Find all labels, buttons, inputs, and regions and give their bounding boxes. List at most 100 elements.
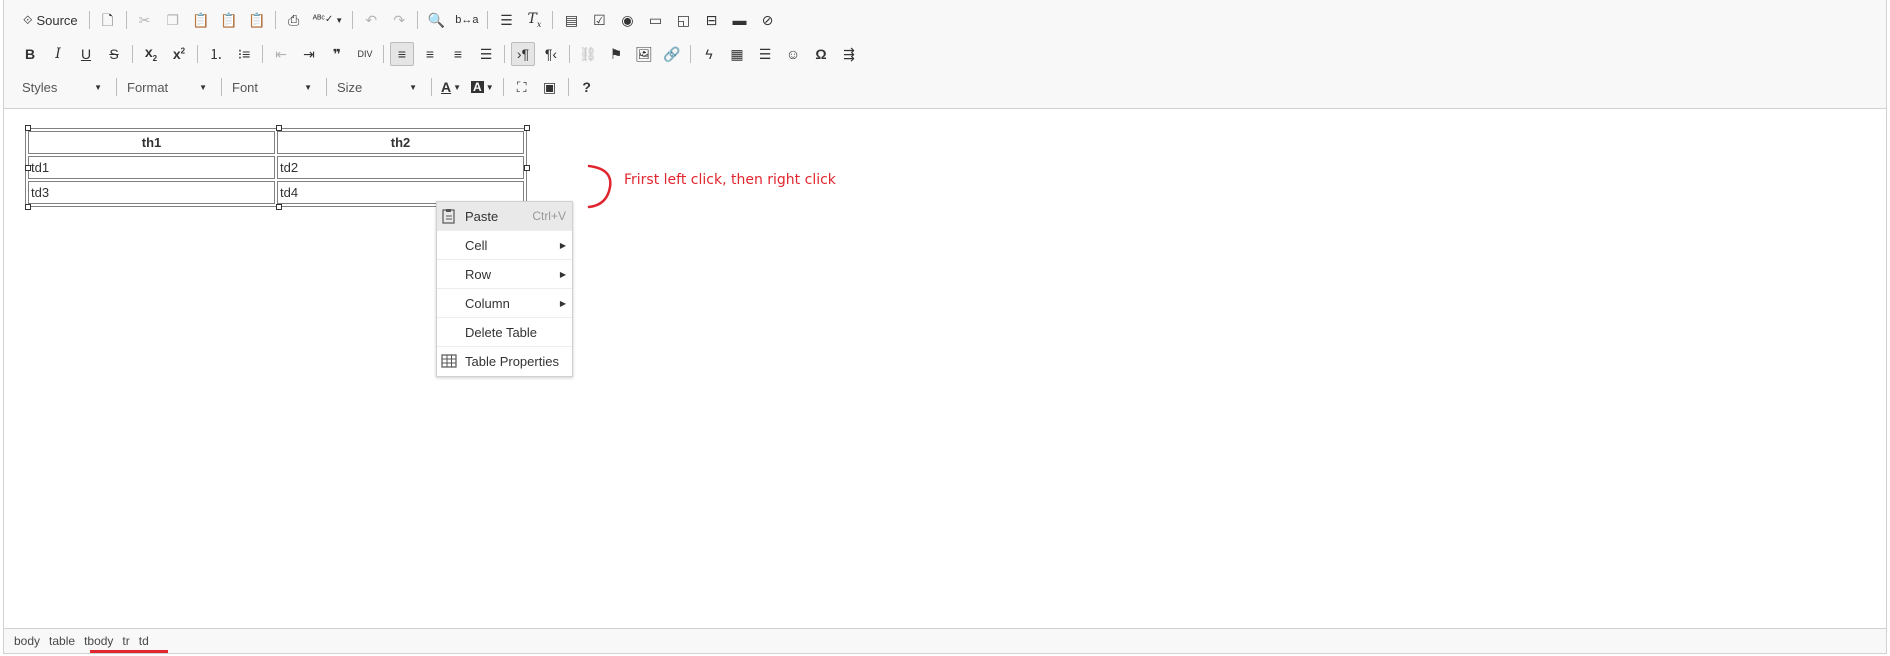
italic-button[interactable]: I [46,42,70,66]
table-cell[interactable]: td1 [28,156,275,179]
maximize-button[interactable]: ⛶ [510,75,534,99]
table-cell[interactable]: td2 [277,156,524,179]
checkbox-button[interactable]: ☑ [587,8,611,32]
path-crumb-tbody[interactable]: tbody [84,634,113,648]
select-field-button[interactable]: ⊟ [699,8,723,32]
numbered-list-button[interactable]: ⒈ [204,42,228,66]
chevron-down-icon: ▼ [409,82,417,92]
paste-button[interactable]: 📋 [189,8,213,32]
div-button[interactable]: DIV [353,42,377,66]
menu-item-cell[interactable]: Cell ▶ [437,231,572,260]
source-button[interactable]: ⟐ Source [18,8,83,32]
select-all-button[interactable]: ☰ [494,8,518,32]
align-center-button[interactable]: ≡ [418,42,442,66]
maximize-icon: ⛶ [516,79,527,95]
editor-content-area[interactable]: th1 th2 td1 td2 td3 td4 Frirst left clic… [4,109,1886,629]
bold-button[interactable]: B [18,42,42,66]
separator [431,78,432,96]
path-crumb-table[interactable]: table [49,634,75,648]
text-field-icon: ▭ [648,12,663,28]
table-resize-handle[interactable] [276,125,282,131]
menu-item-delete-table[interactable]: Delete Table [437,318,572,347]
text-color-button[interactable]: A ▼ [438,75,464,99]
table-resize-handle[interactable] [276,204,282,210]
table-resize-handle[interactable] [25,204,31,210]
table-header-cell[interactable]: th1 [28,131,275,154]
path-crumb-tr[interactable]: tr [122,634,129,648]
horizontal-rule-button[interactable]: ☰ [753,42,777,66]
path-crumb-td[interactable]: td [139,634,149,648]
spellcheck-button[interactable]: ᴬᴮᶜ✓ ▼ [310,8,347,32]
toolbar-row-3: Styles ▼ Format ▼ Font ▼ Size ▼ A ▼ A ▼ ⛶ [16,73,601,101]
table-cell[interactable]: td3 [28,181,275,204]
text-field-button[interactable]: ▭ [643,8,667,32]
format-combo[interactable]: Format ▼ [121,75,213,99]
table-button[interactable]: ▦ [725,42,749,66]
bg-color-button[interactable]: A ▼ [468,75,497,99]
form-button-button[interactable]: ▬ [727,8,751,32]
about-button[interactable]: ? [575,75,599,99]
rtl-icon: ¶‹ [544,46,558,62]
justify-button[interactable]: ☰ [474,42,498,66]
hidden-field-button[interactable]: ⊘ [755,8,779,32]
textarea-icon: ◱ [676,12,691,28]
replace-button[interactable]: b↔a [452,8,481,32]
show-blocks-button[interactable]: ▣ [538,75,562,99]
strike-button[interactable]: S [102,42,126,66]
numbered-list-icon: ⒈ [209,46,223,62]
radio-button[interactable]: ◉ [615,8,639,32]
bulleted-list-button[interactable]: ⁝≡ [232,42,256,66]
copy-button[interactable]: ❐ [161,8,185,32]
ltr-button[interactable]: ›¶ [511,42,535,66]
print-button[interactable]: ⎙ [282,8,306,32]
unlink-button[interactable]: ⛓ [576,42,600,66]
remove-format-button[interactable]: Tx [522,8,546,32]
underline-button[interactable]: U [74,42,98,66]
superscript-icon: x2 [172,46,186,62]
table-resize-handle[interactable] [524,125,530,131]
cut-button[interactable]: ✂ [133,8,157,32]
menu-item-column[interactable]: Column ▶ [437,289,572,318]
table-header-cell[interactable]: th2 [277,131,524,154]
menu-item-row[interactable]: Row ▶ [437,260,572,289]
form-button-icon: ▬ [732,12,747,28]
paste-text-button[interactable]: 📋 [217,8,241,32]
align-right-button[interactable]: ≡ [446,42,470,66]
align-left-button[interactable]: ≡ [390,42,414,66]
anchor-button[interactable]: ⚑ [604,42,628,66]
table-resize-handle[interactable] [25,165,31,171]
smiley-button[interactable]: ☺ [781,42,805,66]
table-resize-handle[interactable] [25,125,31,131]
subscript-button[interactable]: x2 [139,42,163,66]
image-button[interactable]: 🖼 [632,42,656,66]
font-combo[interactable]: Font ▼ [226,75,318,99]
separator [504,45,505,63]
superscript-button[interactable]: x2 [167,42,191,66]
table-resize-handle[interactable] [524,165,530,171]
separator [383,45,384,63]
form-button[interactable]: ▤ [559,8,583,32]
page-break-button[interactable]: ⇶ [837,42,861,66]
new-page-button[interactable]: 🗋 [96,8,120,32]
flash-button[interactable]: ϟ [697,42,721,66]
outdent-button[interactable]: ⇤ [269,42,293,66]
redo-button[interactable]: ↷ [387,8,411,32]
size-combo[interactable]: Size ▼ [331,75,423,99]
paste-word-button[interactable]: 📋 [245,8,269,32]
link-icon: 🔗 [663,46,681,62]
link-button[interactable]: 🔗 [660,42,684,66]
indent-button[interactable]: ⇥ [297,42,321,66]
styles-combo[interactable]: Styles ▼ [16,75,108,99]
find-button[interactable]: 🔍 [424,8,448,32]
menu-item-table-properties[interactable]: Table Properties [437,347,572,376]
blockquote-button[interactable]: ❞ [325,42,349,66]
content-table[interactable]: th1 th2 td1 td2 td3 td4 [25,128,527,207]
textarea-button[interactable]: ◱ [671,8,695,32]
special-char-button[interactable]: Ω [809,42,833,66]
paste-icon: 📋 [191,12,210,28]
undo-button[interactable]: ↶ [359,8,383,32]
rtl-button[interactable]: ¶‹ [539,42,563,66]
menu-item-paste[interactable]: Paste Ctrl+V [437,202,572,231]
ltr-icon: ›¶ [516,46,530,62]
path-crumb-body[interactable]: body [14,634,40,648]
